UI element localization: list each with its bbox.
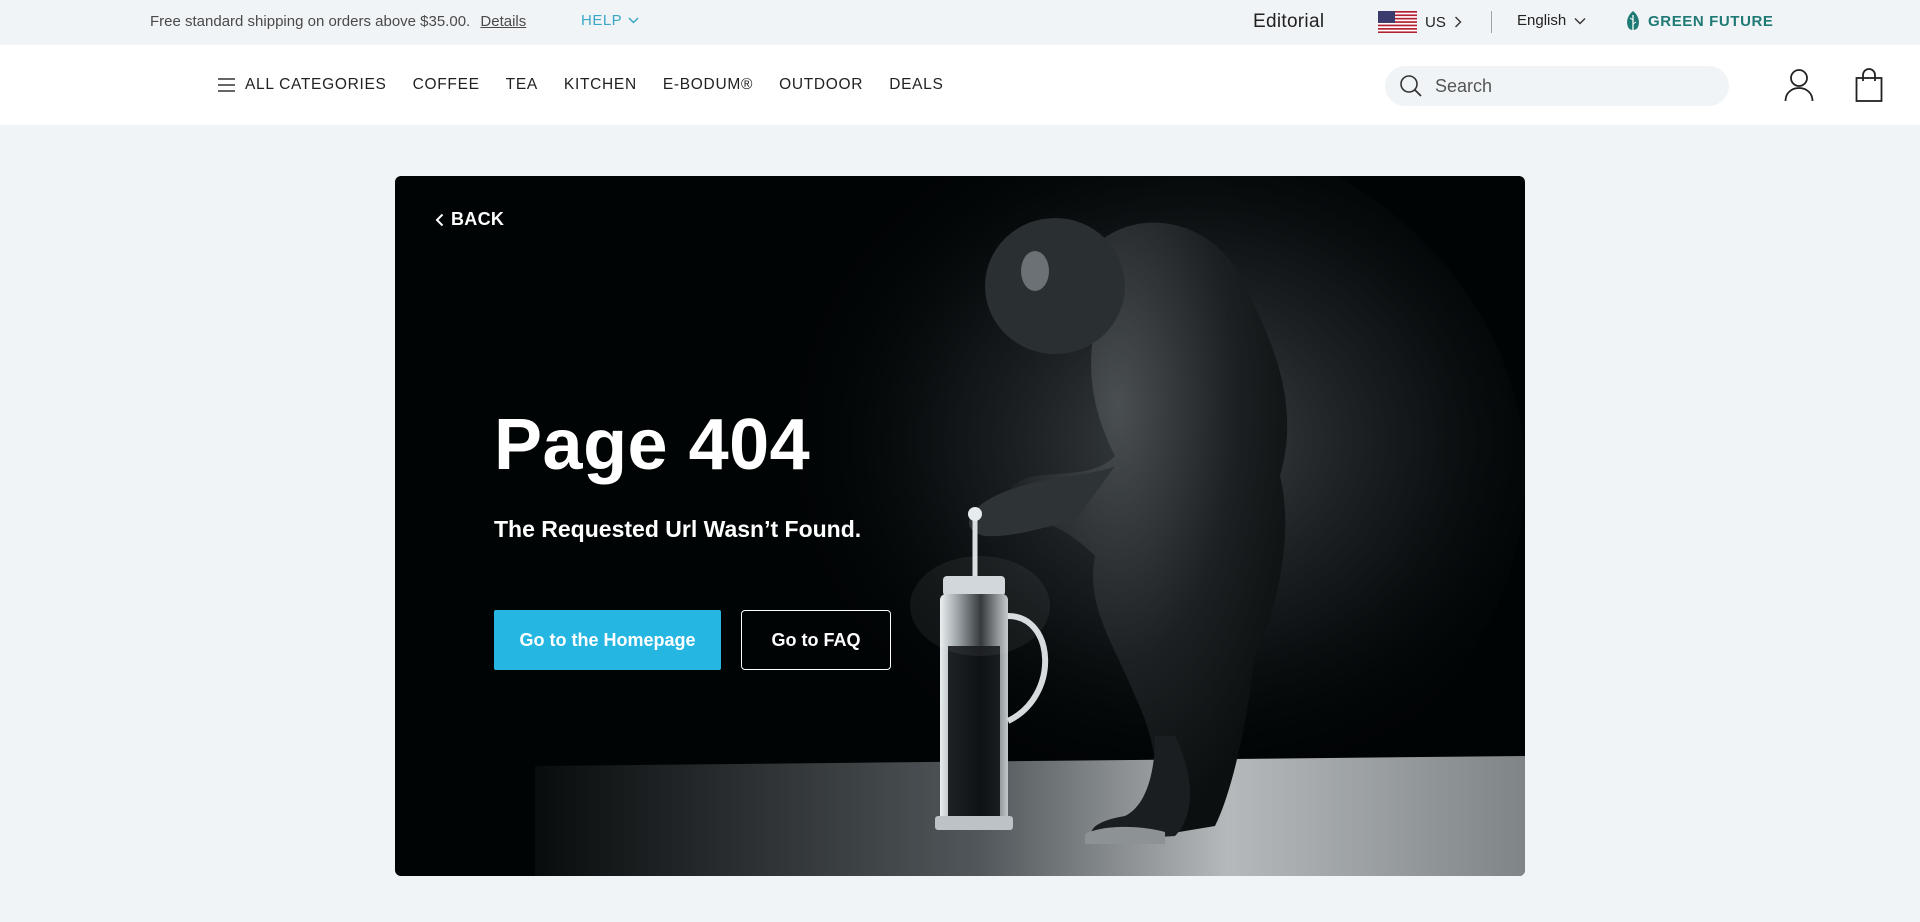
us-flag-icon xyxy=(1378,11,1417,33)
go-to-faq-button[interactable]: Go to FAQ xyxy=(741,610,891,670)
back-label: BACK xyxy=(451,209,505,229)
country-selector[interactable]: US xyxy=(1378,11,1462,33)
language-label: English xyxy=(1517,12,1567,29)
green-future-label: GREEN FUTURE xyxy=(1648,12,1774,30)
page-title: Page 404 xyxy=(494,405,811,485)
account-button[interactable] xyxy=(1784,68,1814,107)
shipping-notice: Free standard shipping on orders above $… xyxy=(150,13,526,30)
search-input[interactable] xyxy=(1435,75,1705,97)
go-to-homepage-button[interactable]: Go to the Homepage xyxy=(494,610,721,670)
chevron-left-icon xyxy=(435,213,444,226)
chevron-right-icon xyxy=(1454,16,1462,28)
search-bar[interactable] xyxy=(1385,66,1729,106)
nav-all-categories[interactable]: ALL CATEGORIES xyxy=(218,76,387,94)
category-menu: ALL CATEGORIES COFFEE TEA KITCHEN E-BODU… xyxy=(218,45,970,125)
shipping-details-link[interactable]: Details xyxy=(480,13,526,30)
country-code: US xyxy=(1425,13,1446,31)
utility-bar: Free standard shipping on orders above $… xyxy=(0,0,1920,45)
nav-outdoor[interactable]: OUTDOOR xyxy=(779,76,863,94)
nav-label: ALL CATEGORIES xyxy=(245,76,387,93)
nav-e-bodum[interactable]: E-BODUM® xyxy=(663,76,753,94)
language-selector[interactable]: English xyxy=(1517,12,1586,29)
shopping-bag-icon xyxy=(1855,68,1883,102)
nav-deals[interactable]: DEALS xyxy=(889,76,943,94)
divider xyxy=(1491,11,1492,33)
help-dropdown[interactable]: HELP xyxy=(581,12,639,29)
back-button[interactable]: BACK xyxy=(435,209,504,230)
hamburger-menu-icon xyxy=(218,78,235,92)
cart-button[interactable] xyxy=(1855,67,1883,108)
nav-tea[interactable]: TEA xyxy=(506,76,538,94)
green-future-link[interactable]: GREEN FUTURE xyxy=(1624,10,1774,32)
leaf-icon xyxy=(1627,11,1639,31)
chevron-down-icon xyxy=(1574,17,1586,24)
chevron-down-icon xyxy=(628,17,639,24)
user-icon xyxy=(1784,69,1814,102)
help-label: HELP xyxy=(581,12,623,29)
main-nav: ALL CATEGORIES COFFEE TEA KITCHEN E-BODU… xyxy=(0,45,1920,125)
search-icon xyxy=(1400,75,1422,97)
error-hero: BACK Page 404 The Requested Url Wasn’t F… xyxy=(395,176,1525,876)
nav-coffee[interactable]: COFFEE xyxy=(413,76,480,94)
error-message: The Requested Url Wasn’t Found. xyxy=(494,516,862,542)
editorial-link[interactable]: Editorial xyxy=(1253,11,1324,33)
shipping-text: Free standard shipping on orders above $… xyxy=(150,13,471,30)
nav-kitchen[interactable]: KITCHEN xyxy=(564,76,637,94)
